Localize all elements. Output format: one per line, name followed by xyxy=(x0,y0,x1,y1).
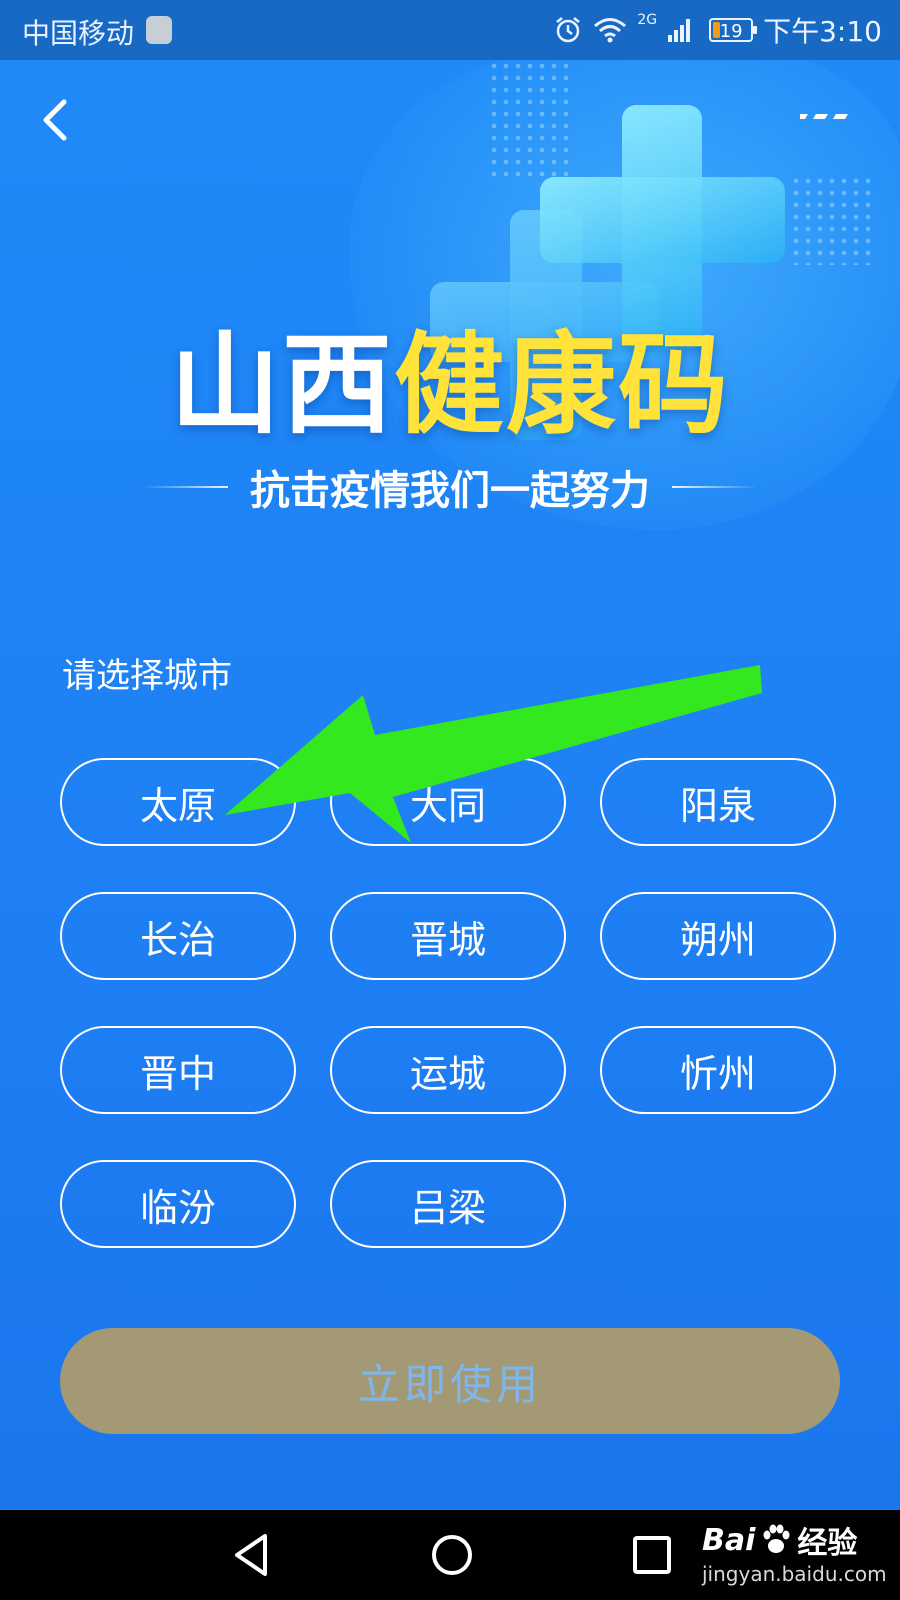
back-button[interactable] xyxy=(32,92,80,148)
clock: 下午3:10 xyxy=(763,15,882,48)
title-health-code: 健康码 xyxy=(394,321,730,449)
city-button-jinzhong[interactable]: 晋中 xyxy=(60,1026,296,1114)
watermark-brand-suffix: 经验 xyxy=(797,1526,858,1561)
wifi-icon xyxy=(594,18,627,43)
battery-icon: 19 xyxy=(709,18,758,42)
baidu-paw-icon xyxy=(763,1524,790,1553)
city-button-taiyuan[interactable]: 太原 xyxy=(60,758,296,846)
alarm-icon xyxy=(556,17,581,43)
divider xyxy=(143,486,228,488)
network-type: 2G xyxy=(637,12,658,28)
app-content: 山西健康码 抗击疫情我们一起努力 请选择城市 太原 大同 阳泉 长治 晋城 朔州… xyxy=(0,60,900,1510)
city-button-xinzhou[interactable]: 忻州 xyxy=(600,1026,836,1114)
more-dots-icon xyxy=(793,114,848,119)
city-button-shuozhou[interactable]: 朔州 xyxy=(600,892,836,980)
title-province: 山西 xyxy=(170,321,394,449)
city-button-yangquan[interactable]: 阳泉 xyxy=(600,758,836,846)
city-button-datong[interactable]: 大同 xyxy=(330,758,566,846)
city-button-yuncheng[interactable]: 运城 xyxy=(330,1026,566,1114)
divider xyxy=(672,486,757,488)
city-grid: 太原 大同 阳泉 长治 晋城 朔州 晋中 运城 忻州 临汾 吕梁 xyxy=(60,758,836,1248)
page-title: 山西健康码 xyxy=(0,295,900,455)
subtitle-row: 抗击疫情我们一起努力 xyxy=(0,458,900,516)
subtitle: 抗击疫情我们一起努力 xyxy=(250,468,650,514)
baidu-jingyan-watermark: Bai 经验 jingyan.baidu.com xyxy=(702,1516,887,1596)
system-nav-bar: Bai 经验 jingyan.baidu.com xyxy=(0,1510,900,1600)
signal-icon xyxy=(668,19,691,42)
carrier-name: 中国移动 xyxy=(22,17,135,50)
dot-grid-decoration xyxy=(790,175,870,265)
watermark-url: jingyan.baidu.com xyxy=(702,1562,887,1586)
city-button-changzhi[interactable]: 长治 xyxy=(60,892,296,980)
use-now-button[interactable]: 立即使用 xyxy=(60,1328,840,1434)
shield-icon xyxy=(146,16,172,44)
watermark-brand: Bai xyxy=(702,1522,756,1558)
city-button-linfen[interactable]: 临汾 xyxy=(60,1160,296,1248)
status-icons: 2G 19 下午3:10 xyxy=(553,10,882,50)
chevron-left-icon xyxy=(43,99,67,141)
status-bar: 中国移动 2G 19 下午3:10 xyxy=(0,0,900,60)
battery-percent: 19 xyxy=(719,21,743,42)
nav-recent-apps-icon[interactable] xyxy=(625,1528,679,1582)
more-button[interactable] xyxy=(793,100,860,140)
city-select-label: 请选择城市 xyxy=(62,656,232,696)
city-button-jincheng[interactable]: 晋城 xyxy=(330,892,566,980)
nav-back-icon[interactable] xyxy=(225,1528,279,1582)
nav-home-icon[interactable] xyxy=(425,1528,479,1582)
city-button-lvliang[interactable]: 吕梁 xyxy=(330,1160,566,1248)
